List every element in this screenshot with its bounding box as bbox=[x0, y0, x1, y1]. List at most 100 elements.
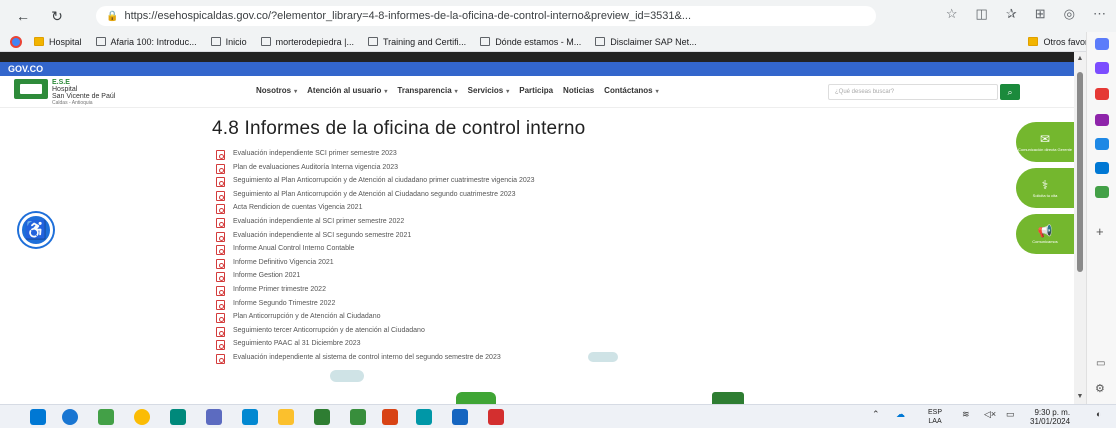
edge-app-icon[interactable] bbox=[62, 409, 78, 425]
chevron-down-icon: ▾ bbox=[454, 89, 458, 95]
page-icon bbox=[367, 37, 378, 46]
onedrive-icon[interactable]: ☁ bbox=[896, 409, 905, 420]
split-screen-icon[interactable]: ◫ bbox=[976, 6, 988, 22]
list-item[interactable]: Seguimiento al Plan Anticorrupción y de … bbox=[216, 190, 546, 201]
menu-item-nosotros[interactable]: Nosotros ▾ bbox=[256, 86, 297, 95]
address-bar[interactable]: 🔒 https://esehospicaldas.gov.co/?element… bbox=[96, 6, 876, 26]
hospital-logo[interactable]: E.S.E Hospital San Vicente de Paúl Calda… bbox=[14, 79, 115, 107]
acrobat-icon[interactable] bbox=[488, 409, 504, 425]
search-sidebar-icon[interactable] bbox=[1095, 38, 1109, 50]
pdf-icon bbox=[216, 258, 225, 269]
tools-icon[interactable] bbox=[1095, 88, 1109, 100]
list-item[interactable]: Informe Gestion 2021 bbox=[216, 272, 546, 283]
bookmark-item[interactable]: Dónde estamos - M... bbox=[480, 37, 581, 47]
notification-icon[interactable]: ◐ bbox=[1096, 409, 1101, 419]
powerpoint-icon[interactable] bbox=[382, 409, 398, 425]
collections-icon[interactable]: ⊞ bbox=[1035, 6, 1046, 22]
chevron-down-icon: ▾ bbox=[294, 89, 298, 95]
more-icon[interactable]: ⋯ bbox=[1093, 6, 1106, 22]
list-item[interactable]: Evaluación independiente SCI primer seme… bbox=[216, 150, 546, 160]
tree-decoration bbox=[456, 392, 496, 404]
menu-item-participa[interactable]: Participa bbox=[519, 86, 553, 95]
chat-icon: ✉ bbox=[1039, 131, 1051, 146]
word-icon[interactable] bbox=[452, 409, 468, 425]
menu-item-transparencia[interactable]: Transparencia ▾ bbox=[397, 86, 457, 95]
chrome-app-icon[interactable] bbox=[134, 409, 150, 425]
app-icon[interactable] bbox=[170, 409, 186, 425]
search-button[interactable]: ⌕ bbox=[1000, 84, 1020, 100]
side-button-comunicamos[interactable]: 📢 Comunicamos bbox=[1016, 214, 1074, 254]
start-icon[interactable] bbox=[30, 409, 46, 425]
profile-icon[interactable]: ◎ bbox=[1064, 6, 1075, 22]
list-item[interactable]: Informe Anual Control Interno Contable bbox=[216, 245, 546, 256]
menu-item-servicios[interactable]: Servicios ▾ bbox=[468, 86, 510, 95]
games-icon[interactable] bbox=[1095, 114, 1109, 126]
list-item[interactable]: Informe Definitivo Vigencia 2021 bbox=[216, 258, 546, 269]
list-item[interactable]: Plan de evaluaciones Auditoría Interna v… bbox=[216, 163, 546, 174]
page-title: 4.8 Informes de la oficina de control in… bbox=[212, 118, 586, 139]
back-icon[interactable]: ← bbox=[12, 5, 34, 27]
side-button-gerente[interactable]: ✉ Comunicación directa Gerente bbox=[1016, 122, 1074, 162]
list-item[interactable]: Plan Anticorrupción y de Atención al Ciu… bbox=[216, 313, 546, 324]
refresh-icon[interactable]: ↻ bbox=[46, 5, 68, 27]
wifi-icon[interactable]: ≋ bbox=[962, 409, 970, 420]
language-indicator[interactable]: ESP LAA bbox=[928, 408, 942, 426]
list-item[interactable]: Seguimiento PAAC al 31 Diciembre 2023 bbox=[216, 340, 546, 351]
app-icon[interactable] bbox=[98, 409, 114, 425]
list-item[interactable]: Evaluación independiente al SCI segundo … bbox=[216, 231, 546, 242]
favorites-icon[interactable]: ✰ bbox=[1006, 6, 1017, 22]
list-item[interactable]: Evaluación independiente al SCI primer s… bbox=[216, 217, 546, 228]
copilot-icon[interactable] bbox=[1095, 62, 1109, 74]
list-item[interactable]: Evaluación independiente al sistema de c… bbox=[216, 353, 546, 364]
app-icon[interactable] bbox=[416, 409, 432, 425]
shopping-icon[interactable] bbox=[1095, 138, 1109, 150]
page-scrollbar[interactable]: ▲ ▼ bbox=[1074, 52, 1086, 404]
app-icon[interactable] bbox=[242, 409, 258, 425]
excel-icon[interactable] bbox=[314, 409, 330, 425]
bookmark-item[interactable]: morterodepiedra |... bbox=[260, 37, 354, 47]
main-menu: Nosotros ▾ Atención al usuario ▾ Transpare… bbox=[256, 86, 659, 95]
scroll-up-icon[interactable]: ▲ bbox=[1076, 55, 1084, 63]
bookmark-item[interactable]: Inicio bbox=[210, 37, 247, 47]
site-header: E.S.E Hospital San Vicente de Paúl Calda… bbox=[0, 76, 1074, 108]
volume-icon[interactable]: ◁× bbox=[984, 409, 996, 420]
search-input[interactable]: ¿Qué deseas buscar? bbox=[828, 84, 998, 100]
list-item[interactable]: Informe Segundo Trimestre 2022 bbox=[216, 299, 546, 310]
clock[interactable]: 9:30 p. m. 31/01/2024 bbox=[1030, 408, 1070, 426]
side-button-cita[interactable]: ⚕ Solicita tu cita bbox=[1016, 168, 1074, 208]
sidebar-toggle-icon[interactable]: ▭ bbox=[1096, 358, 1105, 369]
menu-item-contactanos[interactable]: Contáctanos ▾ bbox=[604, 86, 658, 95]
app-icon[interactable] bbox=[350, 409, 366, 425]
favorite-star-icon[interactable]: ☆ bbox=[946, 6, 958, 22]
bookmark-item[interactable]: Hospital bbox=[34, 37, 82, 47]
accessibility-button[interactable]: ♿ bbox=[19, 213, 53, 247]
list-item[interactable]: Seguimiento tercer Anticorrupción y de a… bbox=[216, 326, 546, 337]
battery-icon[interactable]: ▭ bbox=[1006, 409, 1015, 420]
bookmark-item[interactable]: Disclaimer SAP Net... bbox=[595, 37, 697, 47]
settings-icon[interactable]: ⚙ bbox=[1095, 382, 1105, 395]
gov-co-bar[interactable]: GOV.CO bbox=[0, 62, 1074, 76]
file-explorer-icon[interactable] bbox=[278, 409, 294, 425]
page-icon bbox=[595, 37, 606, 46]
scroll-down-icon[interactable]: ▼ bbox=[1076, 393, 1084, 401]
list-item[interactable]: Seguimiento al Plan Anticorrupción y de … bbox=[216, 177, 546, 188]
bookmark-item[interactable]: Afaria 100: Introduc... bbox=[95, 37, 197, 47]
pdf-icon bbox=[216, 340, 225, 351]
megaphone-icon: 📢 bbox=[1037, 223, 1053, 238]
add-icon[interactable]: + bbox=[1096, 224, 1104, 239]
teams-icon[interactable] bbox=[206, 409, 222, 425]
outlook-icon[interactable] bbox=[1095, 162, 1109, 174]
menu-item-atencion[interactable]: Atención al usuario ▾ bbox=[307, 86, 387, 95]
pdf-icon bbox=[216, 190, 225, 201]
list-item[interactable]: Informe Primer trimestre 2022 bbox=[216, 285, 546, 296]
taskbar: ⌃ ☁ ESP LAA ≋ ◁× ▭ 9:30 p. m. 31/01/2024… bbox=[0, 404, 1116, 428]
browser-sidebar: + ▭ ⚙ bbox=[1086, 32, 1116, 404]
menu-item-noticias[interactable]: Noticias bbox=[563, 86, 594, 95]
tray-chevron-icon[interactable]: ⌃ bbox=[872, 409, 880, 420]
drop-icon[interactable] bbox=[1095, 186, 1109, 198]
bookmarks-bar: Hospital Afaria 100: Introduc... Inicio … bbox=[0, 32, 1116, 52]
building-decoration bbox=[712, 392, 744, 404]
list-item[interactable]: Acta Rendicion de cuentas Vigencia 2021 bbox=[216, 204, 546, 215]
scroll-thumb[interactable] bbox=[1077, 72, 1083, 272]
bookmark-item[interactable]: Training and Certifi... bbox=[367, 37, 466, 47]
